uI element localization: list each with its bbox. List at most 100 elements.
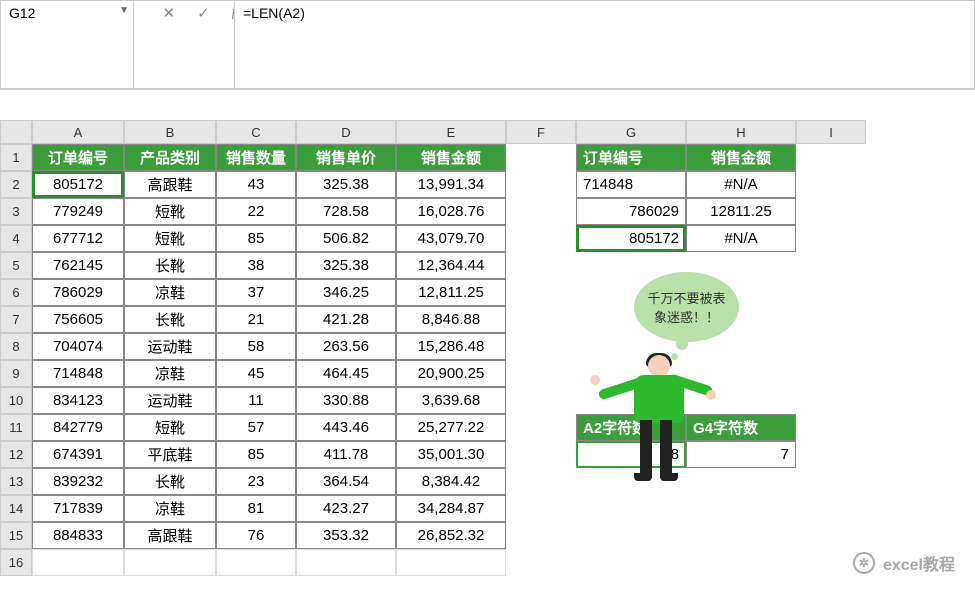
row-header[interactable]: 16 [0, 549, 32, 576]
cell[interactable]: 677712 [32, 225, 124, 252]
cell[interactable]: 37 [216, 279, 296, 306]
cell[interactable]: 运动鞋 [124, 387, 216, 414]
cell[interactable]: 786029 [576, 198, 686, 225]
row-header[interactable]: 1 [0, 144, 32, 171]
name-box-dropdown-icon[interactable]: ▼ [119, 5, 129, 16]
cell[interactable]: 85 [216, 441, 296, 468]
cell[interactable]: 7 [686, 441, 796, 468]
cancel-icon[interactable]: ✕ [155, 4, 184, 22]
column-header[interactable]: E [396, 120, 506, 144]
cell[interactable]: #N/A [686, 171, 796, 198]
cell[interactable]: 21 [216, 306, 296, 333]
cell[interactable]: 346.25 [296, 279, 396, 306]
cell[interactable]: 长靴 [124, 306, 216, 333]
name-box[interactable]: G12 ▼ [0, 0, 134, 89]
cell[interactable]: 85 [216, 225, 296, 252]
cell[interactable] [216, 549, 296, 576]
cell[interactable]: 714848 [576, 171, 686, 198]
cell[interactable]: 839232 [32, 468, 124, 495]
row-header[interactable]: 10 [0, 387, 32, 414]
cell[interactable]: 57 [216, 414, 296, 441]
row-header[interactable]: 3 [0, 198, 32, 225]
column-header[interactable]: C [216, 120, 296, 144]
cell[interactable]: 58 [216, 333, 296, 360]
cell[interactable]: 8,846.88 [396, 306, 506, 333]
cell[interactable]: 25,277.22 [396, 414, 506, 441]
cell[interactable]: 704074 [32, 333, 124, 360]
cell[interactable]: 834123 [32, 387, 124, 414]
cell[interactable]: 714848 [32, 360, 124, 387]
cell[interactable]: 805172 [32, 171, 124, 198]
cell[interactable]: 330.88 [296, 387, 396, 414]
row-header[interactable]: 11 [0, 414, 32, 441]
cell[interactable] [396, 549, 506, 576]
cell[interactable]: 353.32 [296, 522, 396, 549]
cell[interactable]: 364.54 [296, 468, 396, 495]
cell[interactable]: 423.27 [296, 495, 396, 522]
cell[interactable]: 786029 [32, 279, 124, 306]
row-header[interactable]: 7 [0, 306, 32, 333]
cell[interactable]: 高跟鞋 [124, 522, 216, 549]
cell[interactable]: 8,384.42 [396, 468, 506, 495]
cell[interactable]: 45 [216, 360, 296, 387]
column-header[interactable]: A [32, 120, 124, 144]
cell[interactable]: 34,284.87 [396, 495, 506, 522]
cell[interactable]: 506.82 [296, 225, 396, 252]
cell[interactable]: 销售金额 [686, 144, 796, 171]
cell[interactable]: 22 [216, 198, 296, 225]
cell[interactable]: 762145 [32, 252, 124, 279]
cell[interactable]: 销售数量 [216, 144, 296, 171]
cell[interactable]: 16,028.76 [396, 198, 506, 225]
cell[interactable]: 3,639.68 [396, 387, 506, 414]
cell[interactable]: 717839 [32, 495, 124, 522]
cell[interactable]: 38 [216, 252, 296, 279]
cell[interactable]: 43 [216, 171, 296, 198]
cell[interactable]: 订单编号 [32, 144, 124, 171]
column-header[interactable]: B [124, 120, 216, 144]
cell[interactable]: 443.46 [296, 414, 396, 441]
cell[interactable]: 756605 [32, 306, 124, 333]
cell[interactable] [32, 549, 124, 576]
cell[interactable]: 805172 [576, 225, 686, 252]
cell[interactable]: 76 [216, 522, 296, 549]
cell[interactable]: 421.28 [296, 306, 396, 333]
cell[interactable]: 销售单价 [296, 144, 396, 171]
confirm-icon[interactable]: ✓ [189, 4, 218, 22]
select-all-corner[interactable] [0, 120, 32, 144]
row-header[interactable]: 9 [0, 360, 32, 387]
cell[interactable]: 81 [216, 495, 296, 522]
cell[interactable]: 产品类别 [124, 144, 216, 171]
cell[interactable]: 12811.25 [686, 198, 796, 225]
cell[interactable]: 凉鞋 [124, 495, 216, 522]
cell[interactable]: 779249 [32, 198, 124, 225]
row-header[interactable]: 12 [0, 441, 32, 468]
cell[interactable]: #N/A [686, 225, 796, 252]
row-header[interactable]: 13 [0, 468, 32, 495]
formula-input[interactable]: =LEN(A2) [234, 0, 975, 89]
cell[interactable]: 842779 [32, 414, 124, 441]
cell[interactable]: 短靴 [124, 414, 216, 441]
cell[interactable]: 长靴 [124, 252, 216, 279]
cell[interactable]: 11 [216, 387, 296, 414]
column-header[interactable]: I [796, 120, 866, 144]
row-header[interactable]: 2 [0, 171, 32, 198]
cell[interactable]: 26,852.32 [396, 522, 506, 549]
cell[interactable]: G4字符数 [686, 414, 796, 441]
cell[interactable] [124, 549, 216, 576]
cell[interactable]: 平底鞋 [124, 441, 216, 468]
cell[interactable]: 销售金额 [396, 144, 506, 171]
cell[interactable]: 23 [216, 468, 296, 495]
cell[interactable]: 12,364.44 [396, 252, 506, 279]
cell[interactable]: 20,900.25 [396, 360, 506, 387]
cell[interactable]: 长靴 [124, 468, 216, 495]
cell[interactable]: 高跟鞋 [124, 171, 216, 198]
cell[interactable]: 订单编号 [576, 144, 686, 171]
cell[interactable]: 13,991.34 [396, 171, 506, 198]
cell[interactable]: 12,811.25 [396, 279, 506, 306]
column-header[interactable]: H [686, 120, 796, 144]
cell[interactable]: 运动鞋 [124, 333, 216, 360]
row-header[interactable]: 8 [0, 333, 32, 360]
cell[interactable]: 674391 [32, 441, 124, 468]
cell[interactable]: 凉鞋 [124, 279, 216, 306]
cell[interactable]: 325.38 [296, 171, 396, 198]
